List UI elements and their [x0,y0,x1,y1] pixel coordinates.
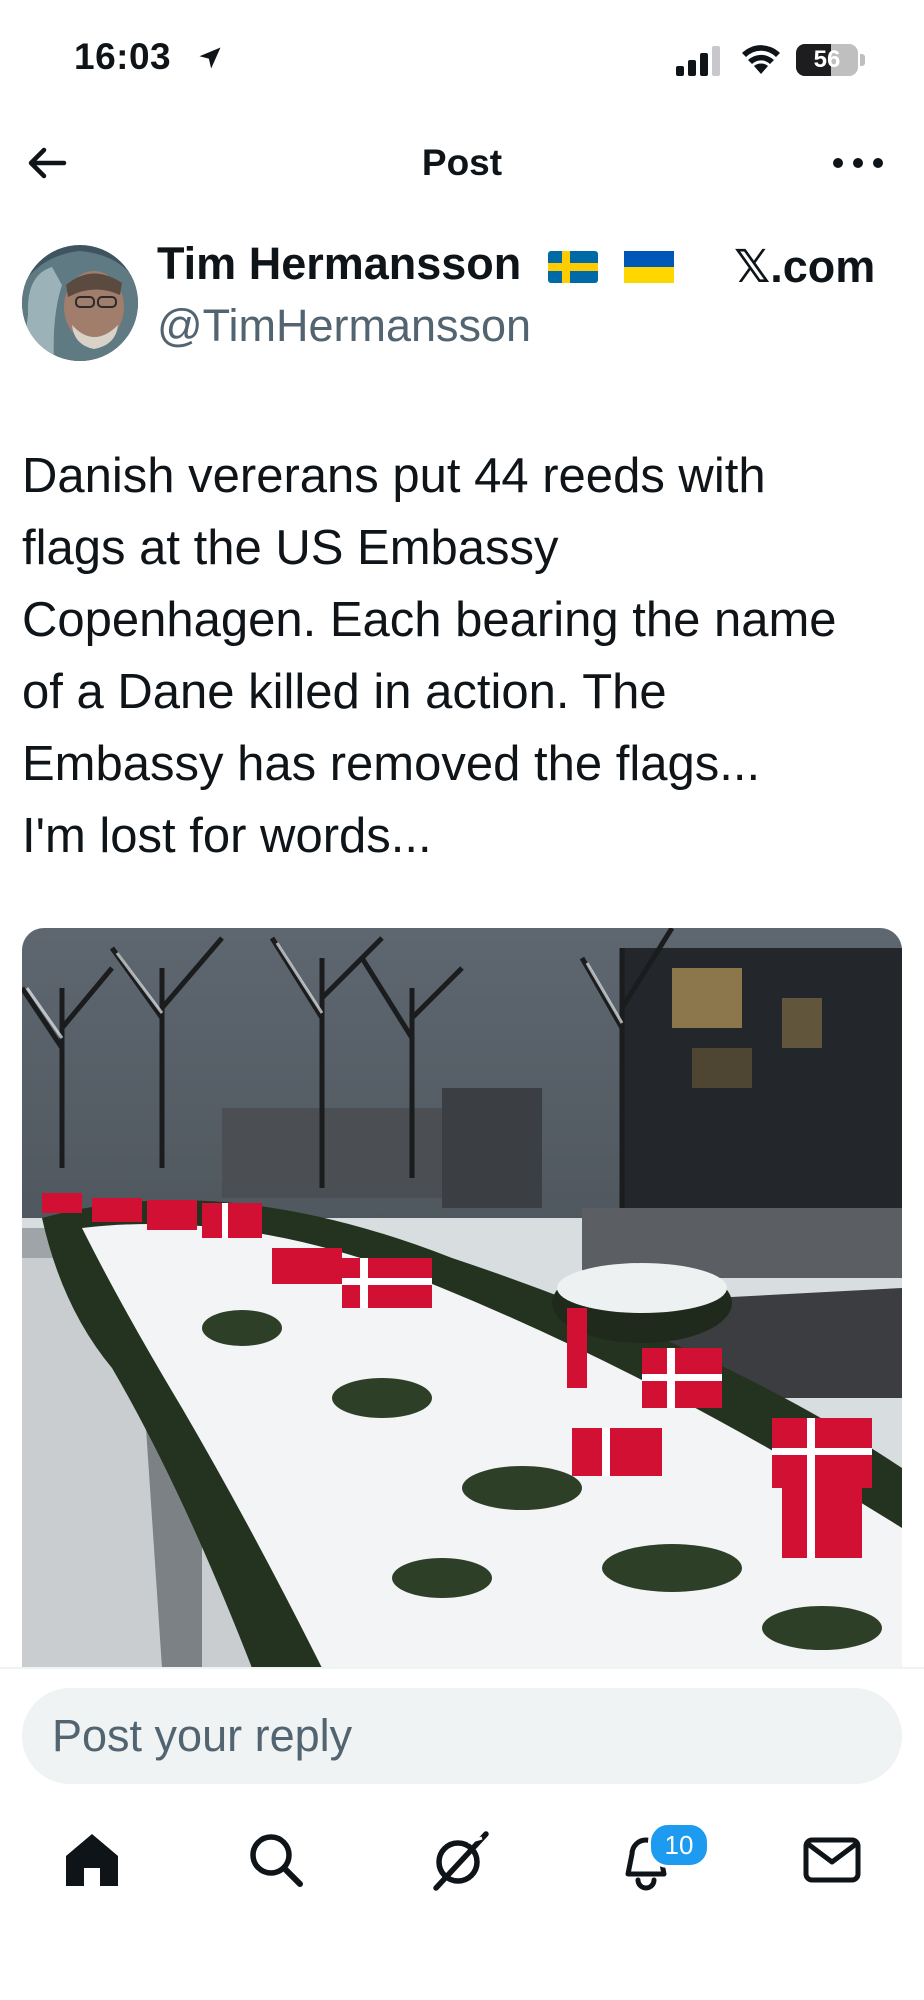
battery-percentage: 56 [813,46,841,73]
sweden-flag-icon [547,251,598,284]
author-name[interactable]: Tim Hermansson [157,238,521,289]
page-title: Post [421,142,503,183]
home-indicator [312,1975,612,1985]
status-time: 16:03 [74,36,172,77]
cellular-signal-icon [676,46,720,76]
home-icon[interactable] [60,1828,124,1892]
reply-divider [0,1667,924,1669]
post-image[interactable] [22,928,902,1668]
more-horizontal-icon[interactable] [830,148,886,178]
x-site-label[interactable]: 𝕏.com [734,240,875,293]
avatar[interactable] [22,245,138,361]
grok-icon[interactable] [428,1828,492,1892]
author-name-row[interactable]: Tim Hermansson [157,238,675,290]
battery-cap [860,54,865,66]
location-arrow-icon [199,47,221,69]
wifi-icon [742,45,780,74]
messages-icon[interactable] [800,1828,864,1892]
reply-input[interactable] [22,1688,902,1784]
battery-icon: 56 [796,44,858,76]
search-icon[interactable] [244,1828,308,1892]
ukraine-flag-icon [624,251,675,284]
author-handle[interactable]: @TimHermansson [157,300,531,352]
notifications-badge: 10 [648,1822,710,1868]
post-text: Danish vererans put 44 reeds with flags … [22,449,837,863]
